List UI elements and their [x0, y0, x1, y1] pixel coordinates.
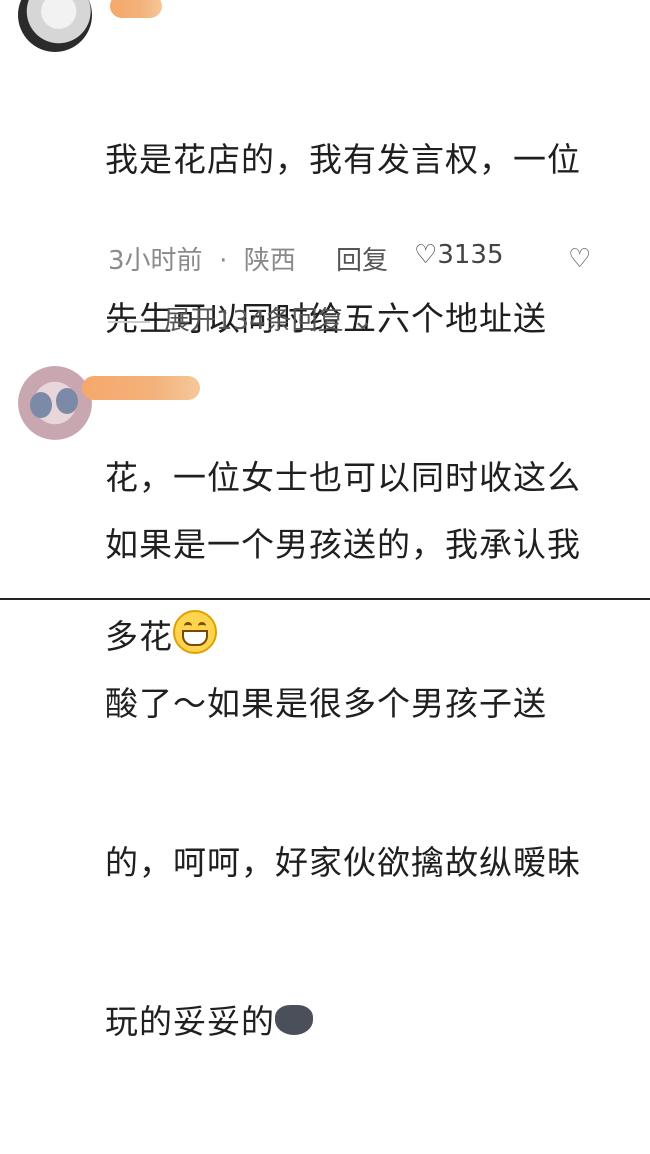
comment-text: 如果是一个男孩送的，我承认我 酸了～如果是很多个男孩子送 的，呵呵，好家伙欲擒故… — [105, 412, 625, 1154]
comment-line: 玩的妥妥的 — [105, 995, 625, 1048]
chevron-down-icon: ⌄ — [343, 306, 374, 336]
heart-icon: ♡ — [414, 240, 438, 270]
location: 陕西 — [243, 246, 296, 276]
comment-line: 如果是一个男孩送的，我承认我 — [105, 525, 581, 564]
like-count: 3135 — [437, 240, 504, 270]
avatar[interactable] — [18, 0, 92, 52]
timestamp: 3小时前 — [108, 246, 203, 276]
avatar[interactable] — [18, 366, 92, 440]
divider — [108, 320, 150, 323]
comment-line: 的，呵呵，好家伙欲擒故纵暧昧 — [105, 843, 581, 882]
comment-line: 酸了～如果是很多个男孩子送 — [105, 684, 547, 723]
meta-separator: · — [210, 246, 236, 276]
wolf-face-icon — [275, 1005, 313, 1035]
expand-replies-button[interactable]: 展开134条回复 ⌄ — [108, 300, 374, 337]
redacted-username — [110, 0, 162, 18]
like-button[interactable]: ♡3135 — [414, 240, 503, 270]
expand-label: 展开134条回复 — [164, 306, 344, 336]
dislike-icon[interactable]: ♡ — [568, 244, 591, 274]
reply-button[interactable]: 回复 — [336, 240, 388, 277]
comment-line: 我是花店的，我有发言权，一位 — [105, 140, 581, 179]
comment-meta: 3小时前 · 陕西 — [108, 240, 296, 277]
redacted-username — [82, 376, 200, 400]
